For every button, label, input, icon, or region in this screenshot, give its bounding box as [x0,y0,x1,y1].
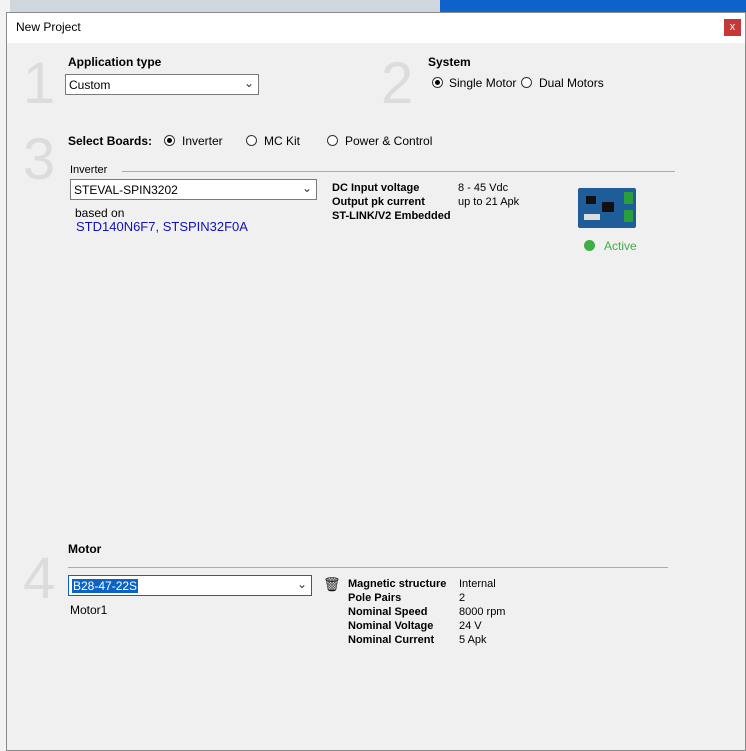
power-control-label: Power & Control [345,134,433,148]
dual-motors-label: Dual Motors [539,76,604,90]
active-status-label: Active [604,239,637,253]
motor-spec-key-voltage: Nominal Voltage [348,620,434,632]
chevron-down-icon: ⌄ [296,577,307,591]
motor-spec-value-speed: 8000 rpm [459,606,506,618]
active-status-dot [584,240,595,251]
close-button[interactable]: x [724,19,741,36]
application-type-label: Application type [68,55,162,69]
trash-icon[interactable]: 🗑 [323,576,341,593]
motor-spec-value-pole-pairs: 2 [459,592,466,604]
chevron-down-icon: ⌄ [243,76,254,90]
motor-spec-value-voltage: 24 V [459,620,482,632]
mc-kit-label: MC Kit [264,134,300,148]
inverter-board-value: STEVAL-SPIN3202 [74,183,178,197]
motor-label: Motor [68,542,102,556]
inverter-group-title: Inverter [70,164,108,176]
motor-spec-key-magnetic: Magnetic structure [348,578,447,590]
inverter-group-divider [122,171,675,172]
motor-divider [68,567,668,568]
step-number-1: 1 [23,51,56,116]
inverter-board-select[interactable]: STEVAL-SPIN3202 ⌄ [70,179,317,200]
inverter-radio-label: Inverter [182,134,223,148]
window-title: New Project [16,20,81,34]
based-on-link[interactable]: STD140N6F7, STSPIN32F0A [76,219,248,234]
spec-key-stlink: ST-LINK/V2 Embedded [332,210,451,222]
system-label: System [428,55,471,69]
motor-spec-key-pole-pairs: Pole Pairs [348,592,402,604]
motor-select[interactable]: B28-47-22S ⌄ [68,575,312,596]
single-motor-label: Single Motor [449,76,517,90]
application-type-value: Custom [69,78,111,92]
inverter-radio[interactable] [164,135,175,146]
spec-key-dc-input: DC Input voltage [332,182,420,194]
spec-value-output-current: up to 21 Apk [458,196,520,208]
motor-value: B28-47-22S [72,579,139,593]
motor-spec-value-current: 5 Apk [459,634,487,646]
mc-kit-radio[interactable] [246,135,257,146]
chevron-down-icon: ⌄ [301,181,312,195]
spec-key-output-current: Output pk current [332,196,425,208]
spec-value-dc-input: 8 - 45 Vdc [458,182,509,194]
step-number-3: 3 [23,127,56,192]
motor-name-label: Motor1 [70,603,108,617]
step-number-2: 2 [381,51,414,116]
title-bar[interactable]: New Project x [7,13,745,43]
select-boards-label: Select Boards: [68,134,153,148]
motor-spec-value-magnetic: Internal [459,578,496,590]
board-image [578,188,636,228]
single-motor-radio[interactable] [432,77,443,88]
new-project-dialog: New Project x 1 Application type Custom … [6,12,746,751]
motor-spec-key-current: Nominal Current [348,634,435,646]
application-type-select[interactable]: Custom ⌄ [65,74,259,95]
dual-motors-radio[interactable] [521,77,532,88]
based-on-label: based on [75,206,125,220]
motor-spec-key-speed: Nominal Speed [348,606,428,618]
step-number-4: 4 [23,546,56,611]
power-control-radio[interactable] [327,135,338,146]
